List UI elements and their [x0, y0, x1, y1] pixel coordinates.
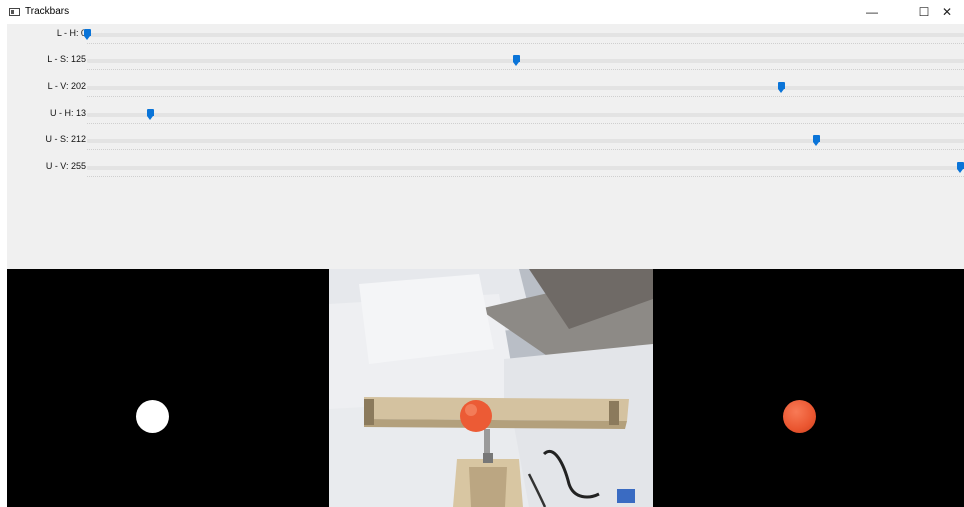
camera-frame-icon: [329, 269, 653, 507]
window-border: [0, 24, 7, 507]
window-title: Trackbars: [25, 6, 70, 17]
mask-view: [7, 269, 329, 507]
trackbar-thumb[interactable]: [83, 29, 91, 40]
trackbar-thumb[interactable]: [778, 82, 786, 93]
trackbar-label: U - S: 212: [45, 134, 86, 144]
trackbar-thumb[interactable]: [513, 55, 521, 66]
trackbar-label: U - H: 13: [49, 108, 86, 118]
trackbar-row-uh: U - H: 13: [7, 108, 964, 130]
trackbar-label: L - S: 125: [47, 54, 86, 64]
trackbar-ticks: [87, 149, 964, 150]
trackbar-track[interactable]: [87, 86, 964, 90]
trackbar-track[interactable]: [87, 59, 964, 63]
trackbar-row-lv: L - V: 202: [7, 81, 964, 103]
trackbar-thumb[interactable]: [147, 109, 155, 120]
result-view: [653, 269, 964, 507]
trackbar-track[interactable]: [87, 33, 964, 37]
trackbar-ticks: [87, 69, 964, 70]
trackbar-thumb[interactable]: [957, 162, 964, 173]
trackbar-ticks: [87, 123, 964, 124]
trackbar-row-us: U - S: 212: [7, 134, 964, 156]
trackbar-label: L - V: 202: [47, 81, 86, 91]
camera-view: [329, 269, 653, 507]
trackbar-ticks: [87, 96, 964, 97]
trackbar-row-uv: U - V: 255: [7, 161, 964, 183]
trackbar-thumb[interactable]: [812, 135, 820, 146]
window-app-icon: [9, 8, 20, 16]
trackbar-row-lh: L - H: 0: [7, 28, 964, 50]
image-strip: [7, 269, 964, 507]
close-button[interactable]: ✕: [932, 0, 962, 24]
trackbar-track[interactable]: [87, 139, 964, 143]
mask-blob-icon: [136, 400, 169, 433]
title-bar: Trackbars — ☐ ✕: [0, 0, 964, 24]
trackbar-ticks: [87, 176, 964, 177]
trackbar-track[interactable]: [87, 166, 964, 170]
orange-ball-icon: [783, 400, 816, 433]
trackbar-panel: L - H: 0 L - S: 125 L - V: 202 U - H: 13…: [7, 24, 964, 269]
trackbar-row-ls: L - S: 125: [7, 54, 964, 76]
trackbar-label: U - V: 255: [45, 161, 86, 171]
trackbar-track[interactable]: [87, 113, 964, 117]
minimize-button[interactable]: —: [857, 0, 887, 24]
trackbar-label: L - H: 0: [56, 28, 86, 38]
trackbar-ticks: [87, 43, 964, 44]
